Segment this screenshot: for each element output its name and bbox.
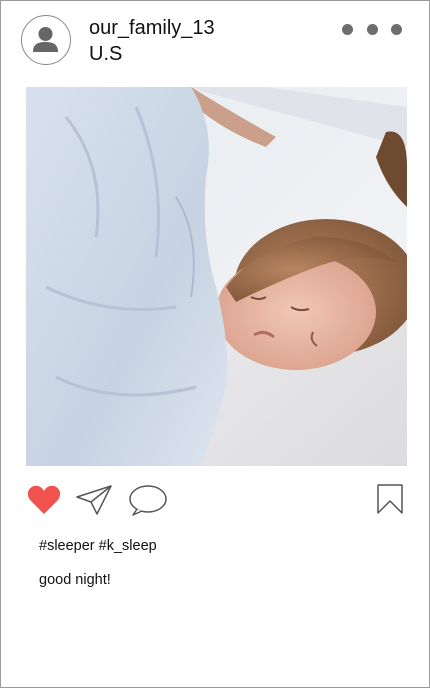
more-dots-icon <box>342 23 353 35</box>
speech-bubble-icon[interactable] <box>128 484 168 516</box>
paper-plane-icon[interactable] <box>75 484 113 516</box>
action-bar <box>1 481 429 521</box>
bookmark-icon[interactable] <box>377 484 403 514</box>
hashtags[interactable]: #sleeper #k_sleep <box>39 538 157 554</box>
more-options-button[interactable] <box>342 21 402 37</box>
post-caption: good night! <box>39 572 111 588</box>
avatar[interactable] <box>21 15 71 65</box>
post-image <box>26 87 407 466</box>
sleeping-person-photo <box>26 87 407 466</box>
heart-icon[interactable] <box>27 484 61 516</box>
location-label: U.S <box>89 43 123 65</box>
user-avatar-icon <box>33 27 58 52</box>
username[interactable]: our_family_13 <box>89 17 215 40</box>
post-card: our_family_13 U.S #sleeper #k_sleep good… <box>0 0 430 688</box>
